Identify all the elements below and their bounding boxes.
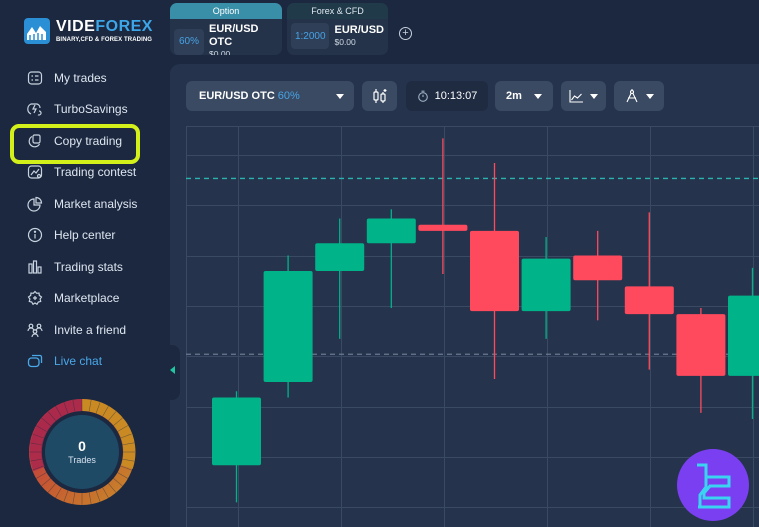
- app-root: VIDEFOREX BINARY,CFD & FOREX TRADING My …: [0, 0, 759, 527]
- chevron-down-icon: [590, 93, 598, 99]
- sidebar-item-label: Trading stats: [54, 259, 123, 274]
- candle-body: [212, 397, 261, 466]
- plus-circle-icon: +: [402, 27, 409, 39]
- trades-widget[interactable]: 0 Trades: [27, 397, 137, 507]
- candle-body: [624, 286, 674, 315]
- logo-mark-icon: [24, 18, 50, 44]
- chat-icon: [26, 352, 44, 370]
- asset-tab-option[interactable]: Option 60% EUR/USD OTC $0.00: [170, 3, 282, 55]
- server-time-display: 10:13:07: [406, 81, 488, 111]
- timeframe-value: 2m: [506, 90, 522, 102]
- line-chart-icon: [569, 89, 583, 103]
- tab-header: Forex & CFD: [287, 3, 388, 19]
- sidebar-item-label: My trades: [54, 70, 107, 85]
- sidebar-item-label: Market analysis: [54, 196, 138, 211]
- asset-selector-dropdown[interactable]: EUR/USD OTC 60%: [186, 81, 354, 111]
- sidebar-item-label: Copy trading: [54, 133, 123, 148]
- brand-name: VIDEFOREX: [56, 18, 153, 35]
- sidebar-item-label: Marketplace: [54, 291, 120, 306]
- sidebar-item-label: Help center: [54, 228, 116, 243]
- add-tab-button[interactable]: +: [399, 27, 412, 40]
- drawing-tools-dropdown[interactable]: [614, 81, 664, 111]
- sidebar-item-turbosavings[interactable]: TurboSavings: [0, 94, 170, 126]
- candle-body: [676, 314, 726, 376]
- sidebar-item-market-analysis[interactable]: Market analysis: [0, 188, 170, 220]
- sidebar-item-label: Live chat: [54, 354, 103, 369]
- users-icon: [26, 321, 44, 339]
- candle-body: [470, 230, 519, 312]
- candle-body: [521, 258, 571, 312]
- sidebar: VIDEFOREX BINARY,CFD & FOREX TRADING My …: [0, 0, 170, 527]
- marketplace-icon: [26, 289, 44, 307]
- candle-body: [263, 270, 313, 383]
- indicators-dropdown[interactable]: [561, 81, 606, 111]
- candlestick-chart[interactable]: [186, 126, 759, 527]
- timeframe-dropdown[interactable]: 2m: [495, 81, 553, 111]
- candle-body: [573, 255, 623, 281]
- compass-drawing-icon: [626, 89, 637, 103]
- candle-body: [366, 218, 416, 244]
- chevron-down-icon: [336, 94, 344, 99]
- chevron-down-icon: [645, 93, 654, 99]
- watermark-logo: [677, 449, 749, 521]
- trades-list-icon: [26, 69, 44, 87]
- candle-body: [728, 295, 759, 376]
- sidebar-item-label: Trading contest: [54, 165, 137, 180]
- sidebar-item-copy-trading[interactable]: Copy trading: [0, 125, 170, 157]
- tab-header: Option: [170, 3, 282, 19]
- tc-logo-icon: [697, 463, 731, 509]
- sidebar-item-invite-friend[interactable]: Invite a friend: [0, 314, 170, 346]
- sidebar-item-live-chat[interactable]: Live chat: [0, 346, 170, 378]
- leverage-badge: 1:2000: [291, 23, 330, 49]
- trades-count-display: 0 Trades: [45, 415, 119, 489]
- sidebar-item-my-trades[interactable]: My trades: [0, 62, 170, 94]
- trades-count: 0: [78, 438, 86, 454]
- sidebar-item-label: Invite a friend: [54, 322, 127, 337]
- selected-payout: 60%: [277, 90, 300, 102]
- copy-trading-icon: [26, 132, 44, 150]
- candle-body: [418, 224, 468, 231]
- brand-logo[interactable]: VIDEFOREX BINARY,CFD & FOREX TRADING: [24, 18, 153, 44]
- selected-pair: EUR/USD OTC: [199, 90, 275, 102]
- bar-chart-icon: [26, 258, 44, 276]
- contest-icon: [26, 163, 44, 181]
- candlestick-icon: [372, 89, 386, 103]
- sidebar-nav: My trades TurboSavings Copy trading Trad…: [0, 62, 170, 377]
- sidebar-item-help-center[interactable]: Help center: [0, 220, 170, 252]
- stopwatch-icon: [417, 90, 428, 102]
- turbo-savings-icon: [26, 100, 44, 118]
- sidebar-item-label: TurboSavings: [54, 102, 128, 117]
- payout-badge: 60%: [174, 28, 204, 55]
- tab-pair-name: EUR/USD OTC: [209, 23, 259, 48]
- trades-label: Trades: [68, 455, 96, 465]
- chart-type-button[interactable]: [362, 81, 397, 111]
- candle-body: [315, 243, 365, 271]
- tab-amount: $0.00: [209, 49, 231, 55]
- sidebar-item-trading-contest[interactable]: Trading contest: [0, 157, 170, 189]
- tab-pair-name: EUR/USD: [334, 24, 384, 36]
- pie-chart-icon: [26, 195, 44, 213]
- asset-tab-forex-cfd[interactable]: Forex & CFD 1:2000 EUR/USD $0.00: [287, 3, 388, 55]
- brand-tagline: BINARY,CFD & FOREX TRADING: [56, 37, 153, 43]
- sidebar-item-marketplace[interactable]: Marketplace: [0, 283, 170, 315]
- server-time: 10:13:07: [434, 90, 478, 102]
- collapse-arrow-icon[interactable]: [170, 366, 175, 374]
- sidebar-item-trading-stats[interactable]: Trading stats: [0, 251, 170, 283]
- tab-amount: $0.00: [334, 37, 356, 47]
- info-icon: [26, 226, 44, 244]
- chevron-down-icon: [533, 93, 542, 99]
